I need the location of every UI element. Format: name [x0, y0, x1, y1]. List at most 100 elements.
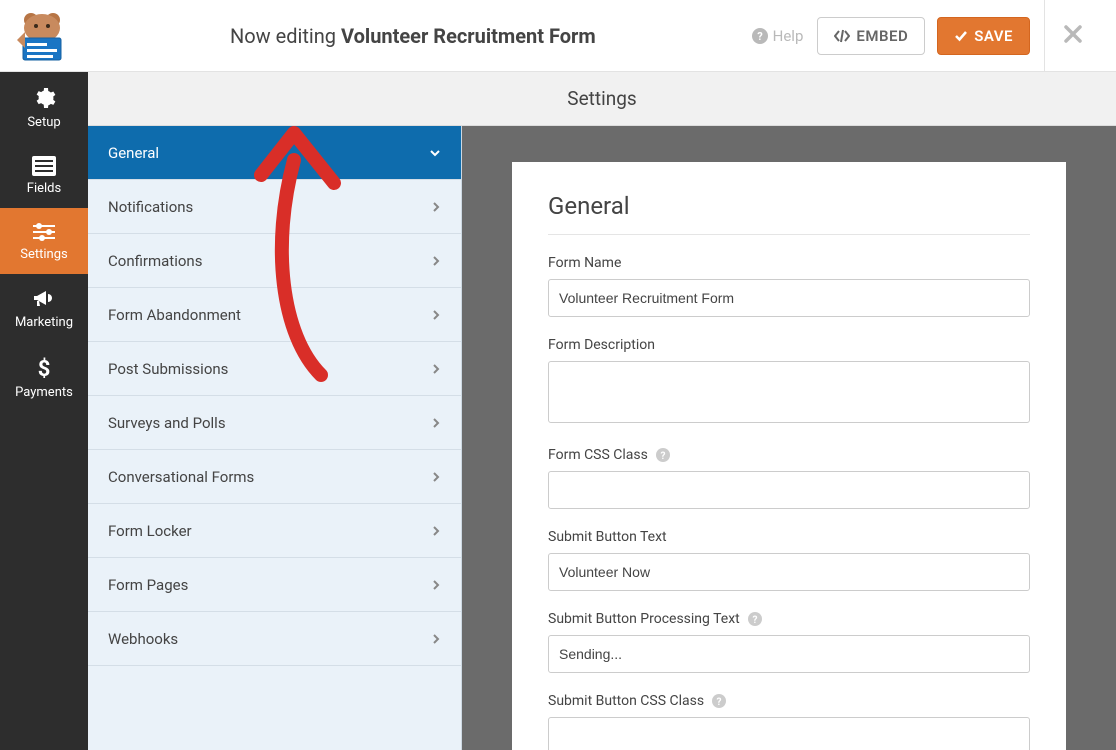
label-submit-css-class: Submit Button CSS Class ? [548, 693, 1030, 709]
settings-nav-general[interactable]: General [88, 126, 461, 180]
embed-button[interactable]: EMBED [817, 17, 925, 55]
input-submit-text[interactable] [548, 553, 1030, 591]
input-form-css-class[interactable] [548, 471, 1030, 509]
settings-nav-webhooks[interactable]: Webhooks [88, 612, 461, 666]
close-icon [1063, 24, 1083, 44]
chevron-right-icon [431, 309, 441, 321]
help-tooltip-icon[interactable]: ? [748, 612, 762, 626]
input-form-name[interactable] [548, 279, 1030, 317]
settings-nav-surveys[interactable]: Surveys and Polls [88, 396, 461, 450]
label-form-name: Form Name [548, 255, 1030, 271]
settings-nav-pages[interactable]: Form Pages [88, 558, 461, 612]
help-tooltip-icon[interactable]: ? [712, 694, 726, 708]
settings-nav-abandonment[interactable]: Form Abandonment [88, 288, 461, 342]
help-icon: ? [752, 28, 768, 44]
close-wrap [1044, 0, 1100, 72]
label-form-description: Form Description [548, 337, 1030, 353]
sidebar-label-payments: Payments [15, 385, 73, 400]
sliders-icon [31, 222, 57, 242]
settings-content: General Form Name Form Description Form … [462, 126, 1116, 750]
sidebar-item-marketing[interactable]: Marketing [0, 274, 88, 342]
code-icon [834, 29, 850, 43]
sidebar-item-setup[interactable]: Setup [0, 72, 88, 142]
svg-text:?: ? [660, 451, 665, 462]
list-icon [32, 156, 56, 176]
settings-nav-label: Conversational Forms [108, 468, 254, 486]
sidebar-label-settings: Settings [20, 247, 67, 262]
sidebar-item-settings[interactable]: Settings [0, 208, 88, 274]
label-text: Submit Button CSS Class [548, 693, 704, 709]
settings-nav-label: General [108, 144, 159, 162]
chevron-right-icon [431, 471, 441, 483]
chevron-down-icon [429, 147, 441, 159]
page-title: Now editing Volunteer Recruitment Form [74, 24, 752, 48]
main-header: Settings [88, 72, 1116, 126]
svg-text:?: ? [717, 697, 722, 708]
input-submit-css-class[interactable] [548, 717, 1030, 750]
settings-nav-locker[interactable]: Form Locker [88, 504, 461, 558]
label-form-css-class: Form CSS Class ? [548, 447, 1030, 463]
svg-text:?: ? [757, 30, 763, 43]
topbar: Now editing Volunteer Recruitment Form ?… [0, 0, 1116, 72]
help-link[interactable]: ? Help [752, 27, 804, 45]
input-form-description[interactable] [548, 361, 1030, 423]
settings-nav-label: Webhooks [108, 630, 178, 648]
main-header-label: Settings [567, 87, 636, 110]
svg-text:?: ? [752, 615, 757, 626]
help-tooltip-icon[interactable]: ? [656, 448, 670, 462]
settings-nav: General Notifications Confirmations Form… [88, 126, 462, 750]
dollar-icon: $ [36, 356, 52, 380]
check-icon [954, 29, 968, 43]
label-submit-processing: Submit Button Processing Text ? [548, 611, 1030, 627]
field-submit-processing: Submit Button Processing Text ? [548, 611, 1030, 673]
svg-text:$: $ [38, 357, 51, 380]
chevron-right-icon [431, 255, 441, 267]
embed-label: EMBED [856, 27, 908, 45]
chevron-right-icon [431, 417, 441, 429]
save-button[interactable]: SAVE [937, 17, 1030, 55]
field-submit-css-class: Submit Button CSS Class ? [548, 693, 1030, 750]
settings-nav-confirmations[interactable]: Confirmations [88, 234, 461, 288]
settings-nav-notifications[interactable]: Notifications [88, 180, 461, 234]
sidebar-label-setup: Setup [27, 115, 60, 130]
workspace: Setup Fields Settings [0, 72, 1116, 750]
sidebar-item-fields[interactable]: Fields [0, 142, 88, 208]
editing-prefix: Now editing [230, 24, 341, 48]
panel-title: General [548, 192, 1030, 235]
help-label: Help [773, 27, 804, 45]
sidebar-item-payments[interactable]: $ Payments [0, 342, 88, 412]
input-submit-processing[interactable] [548, 635, 1030, 673]
chevron-right-icon [431, 525, 441, 537]
settings-nav-conversational[interactable]: Conversational Forms [88, 450, 461, 504]
settings-nav-post-submissions[interactable]: Post Submissions [88, 342, 461, 396]
settings-nav-label: Form Abandonment [108, 306, 241, 324]
field-form-css-class: Form CSS Class ? [548, 447, 1030, 509]
settings-nav-label: Form Pages [108, 576, 188, 594]
sidebar-label-marketing: Marketing [15, 315, 73, 330]
field-submit-text: Submit Button Text [548, 529, 1030, 591]
close-button[interactable] [1063, 24, 1083, 48]
sidebar-label-fields: Fields [27, 181, 61, 196]
settings-nav-label: Form Locker [108, 522, 192, 540]
form-name-title: Volunteer Recruitment Form [341, 24, 596, 48]
primary-sidebar: Setup Fields Settings [0, 72, 88, 750]
label-submit-text: Submit Button Text [548, 529, 1030, 545]
bullhorn-icon [32, 288, 56, 310]
field-form-description: Form Description [548, 337, 1030, 427]
settings-nav-label: Post Submissions [108, 360, 228, 378]
chevron-right-icon [431, 363, 441, 375]
label-text: Form CSS Class [548, 447, 648, 463]
chevron-right-icon [431, 579, 441, 591]
settings-nav-label: Surveys and Polls [108, 414, 226, 432]
settings-nav-label: Notifications [108, 198, 193, 216]
chevron-right-icon [431, 633, 441, 645]
main-body: General Notifications Confirmations Form… [88, 126, 1116, 750]
gear-icon [32, 86, 56, 110]
settings-nav-label: Confirmations [108, 252, 202, 270]
general-card: General Form Name Form Description Form … [512, 162, 1066, 750]
label-text: Submit Button Processing Text [548, 611, 740, 627]
chevron-right-icon [431, 201, 441, 213]
field-form-name: Form Name [548, 255, 1030, 317]
save-label: SAVE [974, 27, 1013, 45]
main-area: Settings General Notifications Confirmat… [88, 72, 1116, 750]
